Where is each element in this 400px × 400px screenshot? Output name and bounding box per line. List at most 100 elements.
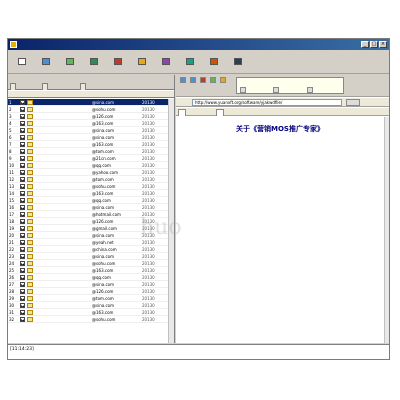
- browser-pane: http://www.yuanxft.org/software/yjakwdfi…: [176, 75, 389, 343]
- toolbar-register-button[interactable]: [202, 58, 226, 73]
- table-row[interactable]: 3 @126.com 20130: [8, 113, 174, 120]
- row-checkbox[interactable]: [20, 107, 25, 112]
- row-checkbox[interactable]: [20, 135, 25, 140]
- table-row[interactable]: 5 @sina.com 20130: [8, 127, 174, 134]
- refresh-icon[interactable]: [210, 77, 216, 83]
- row-checkbox[interactable]: [20, 275, 25, 280]
- row-checkbox[interactable]: [20, 282, 25, 287]
- toolbar-help-button[interactable]: [226, 58, 250, 73]
- table-row[interactable]: 31 @163.com 20130: [8, 309, 174, 316]
- left-tab-received[interactable]: [80, 83, 86, 90]
- table-row[interactable]: 28 @126.com 20130: [8, 288, 174, 295]
- row-checkbox[interactable]: [20, 219, 25, 224]
- popup-action-1[interactable]: [240, 87, 246, 93]
- row-checkbox[interactable]: [20, 303, 25, 308]
- row-checkbox[interactable]: [20, 177, 25, 182]
- row-checkbox[interactable]: [20, 296, 25, 301]
- row-checkbox[interactable]: [20, 310, 25, 315]
- toolbar-stop-button[interactable]: [106, 58, 130, 73]
- table-row[interactable]: 29 @tom.com 20130: [8, 295, 174, 302]
- table-row[interactable]: 4 @163.com 20130: [8, 120, 174, 127]
- table-row[interactable]: 12 @tom.com 20130: [8, 176, 174, 183]
- table-row[interactable]: 2 @sohu.com 20130: [8, 106, 174, 113]
- row-checkbox[interactable]: [20, 240, 25, 245]
- close-button[interactable]: ×: [379, 41, 387, 48]
- table-row[interactable]: 23 @sina.com 20130: [8, 253, 174, 260]
- toolbar-import-file-button[interactable]: [58, 58, 82, 73]
- row-checkbox[interactable]: [20, 149, 25, 154]
- row-checkbox[interactable]: [20, 212, 25, 217]
- left-scrollbar[interactable]: [168, 99, 174, 343]
- table-row[interactable]: 8 @tom.com 20130: [8, 148, 174, 155]
- row-checkbox[interactable]: [20, 170, 25, 175]
- row-checkbox[interactable]: [20, 268, 25, 273]
- row-checkbox[interactable]: [20, 198, 25, 203]
- popup-action-2[interactable]: [273, 87, 279, 93]
- table-row[interactable]: 19 @gmail.com 20130: [8, 225, 174, 232]
- row-checkbox[interactable]: [20, 121, 25, 126]
- row-email: @yeah.net: [92, 240, 114, 245]
- row-checkbox[interactable]: [20, 100, 25, 105]
- table-row[interactable]: 32 @sohu.com 20130: [8, 316, 174, 323]
- go-button[interactable]: [346, 99, 360, 106]
- toolbar-export-button[interactable]: [178, 58, 202, 73]
- toolbar-start-button[interactable]: [82, 58, 106, 73]
- row-checkbox[interactable]: [20, 226, 25, 231]
- row-checkbox[interactable]: [20, 317, 25, 322]
- title-bar[interactable]: _ □ ×: [8, 39, 389, 50]
- table-row[interactable]: 10 @qq.com 20130: [8, 162, 174, 169]
- table-row[interactable]: 17 @hotmail.com 20130: [8, 211, 174, 218]
- minimize-button[interactable]: _: [361, 41, 369, 48]
- address-input[interactable]: http://www.yuanxft.org/software/yjakwdfi…: [192, 99, 342, 106]
- row-checkbox[interactable]: [20, 254, 25, 259]
- row-checkbox[interactable]: [20, 191, 25, 196]
- table-row[interactable]: 7 @163.com 20130: [8, 141, 174, 148]
- table-row[interactable]: 24 @sohu.com 20130: [8, 260, 174, 267]
- row-checkbox[interactable]: [20, 128, 25, 133]
- toolbar-import-button[interactable]: [34, 58, 58, 73]
- table-row[interactable]: 27 @sina.com 20130: [8, 281, 174, 288]
- toolbar-new-button[interactable]: [10, 58, 34, 73]
- row-checkbox[interactable]: [20, 163, 25, 168]
- table-row[interactable]: 11 @yahoo.com 20130: [8, 169, 174, 176]
- row-checkbox[interactable]: [20, 205, 25, 210]
- row-checkbox[interactable]: [20, 184, 25, 189]
- row-checkbox[interactable]: [20, 142, 25, 147]
- row-checkbox[interactable]: [20, 114, 25, 119]
- left-tab-send-all[interactable]: [10, 83, 16, 90]
- home-icon[interactable]: [220, 77, 226, 83]
- right-scrollbar[interactable]: [384, 117, 389, 343]
- table-row[interactable]: 1 @sina.com 20130: [8, 99, 174, 106]
- page-tab-1[interactable]: [178, 109, 186, 116]
- table-row[interactable]: 25 @163.com 20130: [8, 267, 174, 274]
- table-row[interactable]: 22 @china.com 20130: [8, 246, 174, 253]
- table-row[interactable]: 20 @sina.com 20130: [8, 232, 174, 239]
- table-row[interactable]: 13 @sohu.com 20130: [8, 183, 174, 190]
- table-row[interactable]: 30 @sina.com 20130: [8, 302, 174, 309]
- toolbar-resume-button[interactable]: [130, 58, 154, 73]
- popup-action-3[interactable]: [307, 87, 313, 93]
- table-row[interactable]: 14 @163.com 20130: [8, 190, 174, 197]
- row-port: 20130: [142, 282, 155, 287]
- table-row[interactable]: 26 @qq.com 20130: [8, 274, 174, 281]
- table-row[interactable]: 6 @sina.com 20130: [8, 134, 174, 141]
- log-line: [11:14:23]: [10, 347, 34, 352]
- toolbar-filter-button[interactable]: [154, 58, 178, 73]
- table-row[interactable]: 18 @126.com 20130: [8, 218, 174, 225]
- back-icon[interactable]: [180, 77, 186, 83]
- row-checkbox[interactable]: [20, 233, 25, 238]
- maximize-button[interactable]: □: [370, 41, 378, 48]
- page-tab-2[interactable]: [216, 109, 224, 116]
- table-row[interactable]: 9 @21cn.com 20130: [8, 155, 174, 162]
- table-row[interactable]: 16 @sina.com 20130: [8, 204, 174, 211]
- left-tab-recipient[interactable]: [42, 83, 48, 90]
- stop-icon[interactable]: [200, 77, 206, 83]
- forward-icon[interactable]: [190, 77, 196, 83]
- table-row[interactable]: 15 @qq.com 20130: [8, 197, 174, 204]
- row-checkbox[interactable]: [20, 261, 25, 266]
- row-checkbox[interactable]: [20, 289, 25, 294]
- row-checkbox[interactable]: [20, 156, 25, 161]
- mailbox-icon: [27, 205, 33, 210]
- row-checkbox[interactable]: [20, 247, 25, 252]
- table-row[interactable]: 21 @yeah.net 20130: [8, 239, 174, 246]
